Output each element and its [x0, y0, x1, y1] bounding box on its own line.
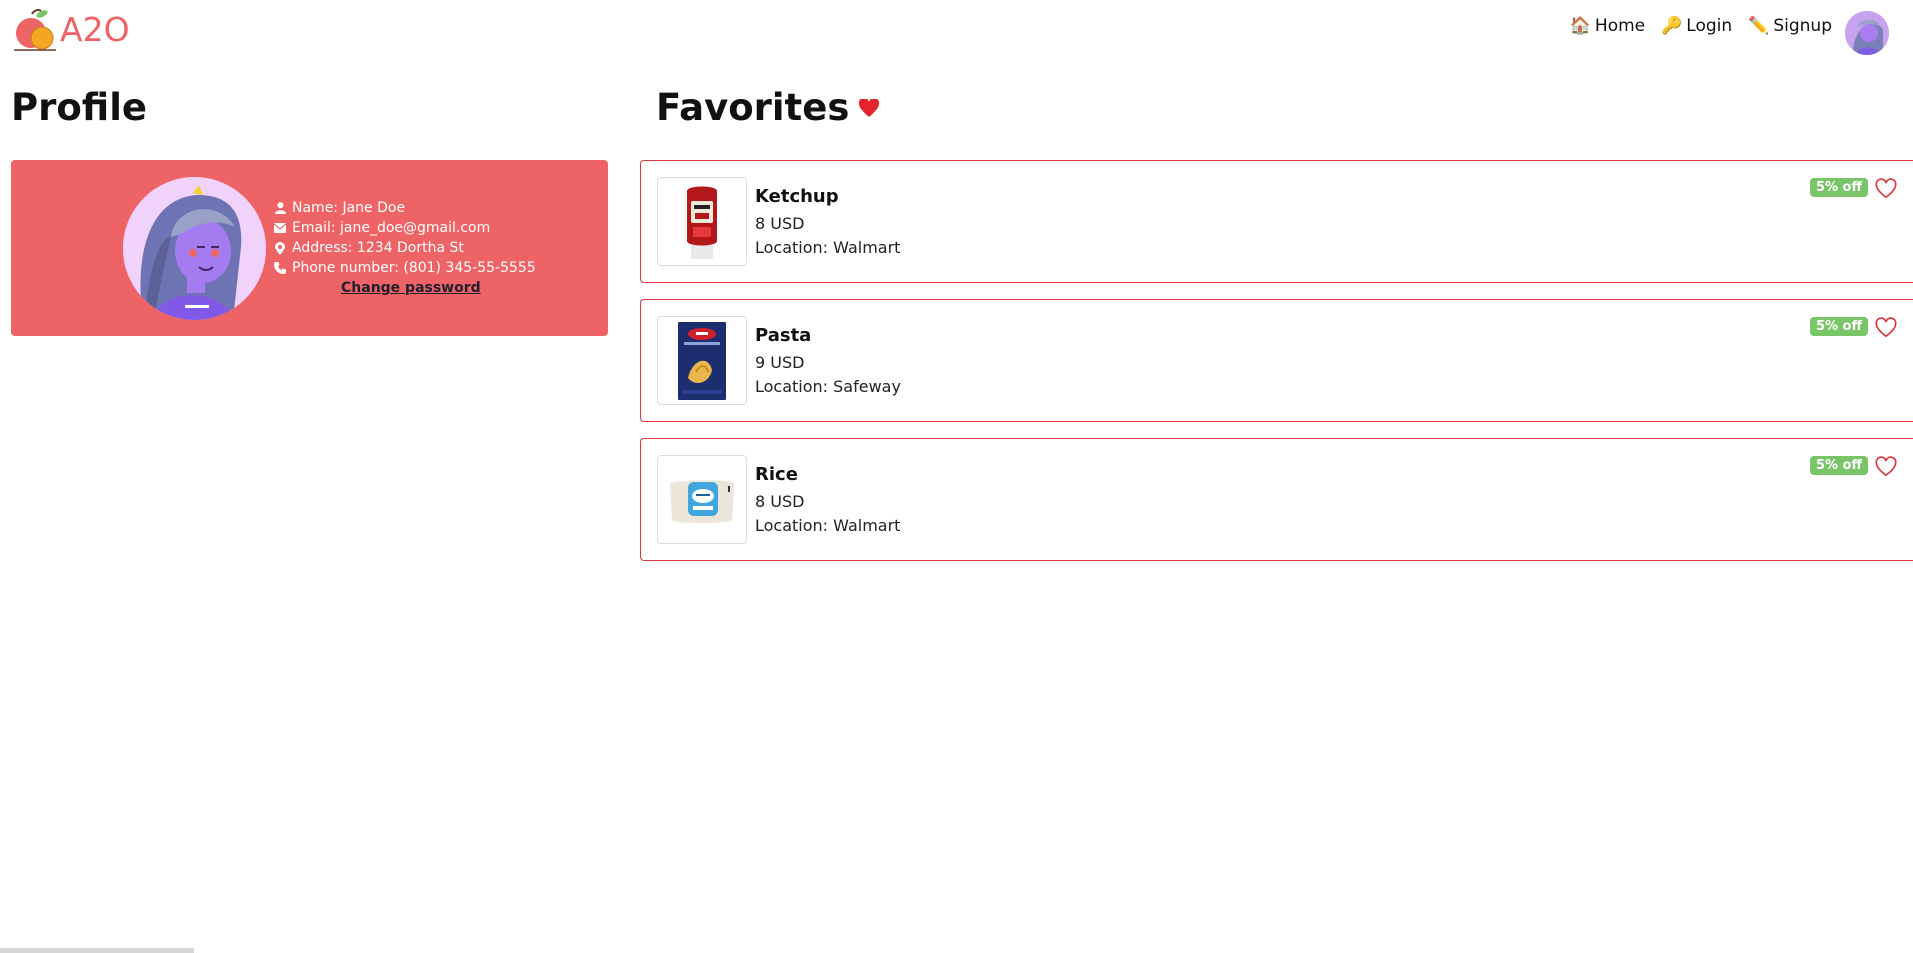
heart-filled-icon	[859, 98, 880, 117]
profile-address: Address: 1234 Dortha St	[292, 240, 464, 256]
favorite-name: Pasta	[755, 325, 812, 346]
favorite-item[interactable]: Ketchup 8 USD Location: Walmart 5% off	[640, 160, 1913, 283]
heart-outline-icon[interactable]	[1875, 178, 1897, 200]
user-avatar-icon	[1845, 11, 1889, 55]
profile-name-row: Name: Jane Doe	[274, 198, 536, 218]
nav-links: 🏠 Home 🔑 Login ✏️ Signup	[1570, 16, 1832, 36]
profile-email: Email: jane_doe@gmail.com	[292, 220, 491, 236]
nav-login-label: Login	[1686, 16, 1733, 36]
favorite-location: Location: Safeway	[755, 377, 901, 396]
nav-home-link[interactable]: 🏠 Home	[1570, 16, 1645, 36]
profile-avatar-illustration	[123, 177, 266, 320]
nav-login-link[interactable]: 🔑 Login	[1661, 16, 1732, 36]
map-pin-icon	[274, 241, 286, 255]
phone-icon	[274, 262, 286, 274]
discount-badge: 5% off	[1809, 317, 1868, 336]
pencil-icon: ✏️	[1748, 16, 1770, 36]
user-avatar[interactable]	[1845, 11, 1889, 55]
favorites-title-text: Favorites	[656, 86, 850, 129]
profile-phone-row: Phone number: (801) 345-55-5555	[274, 258, 536, 278]
house-icon: 🏠	[1569, 16, 1591, 36]
heart-outline-icon[interactable]	[1875, 317, 1897, 339]
navbar: A2O 🏠 Home 🔑 Login ✏️ Signup	[0, 0, 1913, 58]
brand-name: A2O	[60, 10, 130, 49]
favorite-location: Location: Walmart	[755, 238, 901, 257]
profile-card: Name: Jane Doe Email: jane_doe@gmail.com…	[11, 160, 608, 336]
nav-signup-label: Signup	[1773, 16, 1832, 36]
profile-info: Name: Jane Doe Email: jane_doe@gmail.com…	[274, 198, 536, 296]
discount-badge: 5% off	[1809, 178, 1868, 197]
heart-outline-icon[interactable]	[1875, 456, 1897, 478]
favorite-name: Ketchup	[755, 186, 839, 207]
profile-address-row: Address: 1234 Dortha St	[274, 238, 536, 258]
favorite-price: 8 USD	[755, 214, 805, 233]
nav-signup-link[interactable]: ✏️ Signup	[1748, 16, 1832, 36]
favorite-location: Location: Walmart	[755, 516, 901, 535]
favorite-price: 8 USD	[755, 492, 805, 511]
rice-image	[657, 455, 747, 544]
ketchup-image	[657, 177, 747, 266]
horizontal-scrollbar[interactable]	[0, 948, 194, 953]
profile-title: Profile	[11, 86, 147, 129]
discount-badge: 5% off	[1809, 456, 1868, 475]
change-password-link[interactable]: Change password	[341, 280, 536, 296]
nav-home-label: Home	[1594, 16, 1646, 36]
envelope-icon	[274, 222, 286, 234]
favorites-title: Favorites	[656, 86, 880, 129]
favorite-item[interactable]: Rice 8 USD Location: Walmart 5% off	[640, 438, 1913, 561]
favorites-list: Ketchup 8 USD Location: Walmart 5% off P…	[640, 160, 1913, 577]
profile-phone: Phone number: (801) 345-55-5555	[292, 260, 536, 276]
brand-logo[interactable]: A2O	[12, 8, 130, 52]
apple-logo-icon	[14, 9, 56, 51]
favorite-price: 9 USD	[755, 353, 805, 372]
key-icon: 🔑	[1661, 16, 1683, 36]
favorite-name: Rice	[755, 464, 798, 485]
pasta-image	[657, 316, 747, 405]
favorite-item[interactable]: Pasta 9 USD Location: Safeway 5% off	[640, 299, 1913, 422]
profile-email-row: Email: jane_doe@gmail.com	[274, 218, 536, 238]
user-icon	[274, 202, 286, 214]
profile-avatar	[123, 177, 266, 320]
profile-name: Name: Jane Doe	[292, 200, 406, 216]
